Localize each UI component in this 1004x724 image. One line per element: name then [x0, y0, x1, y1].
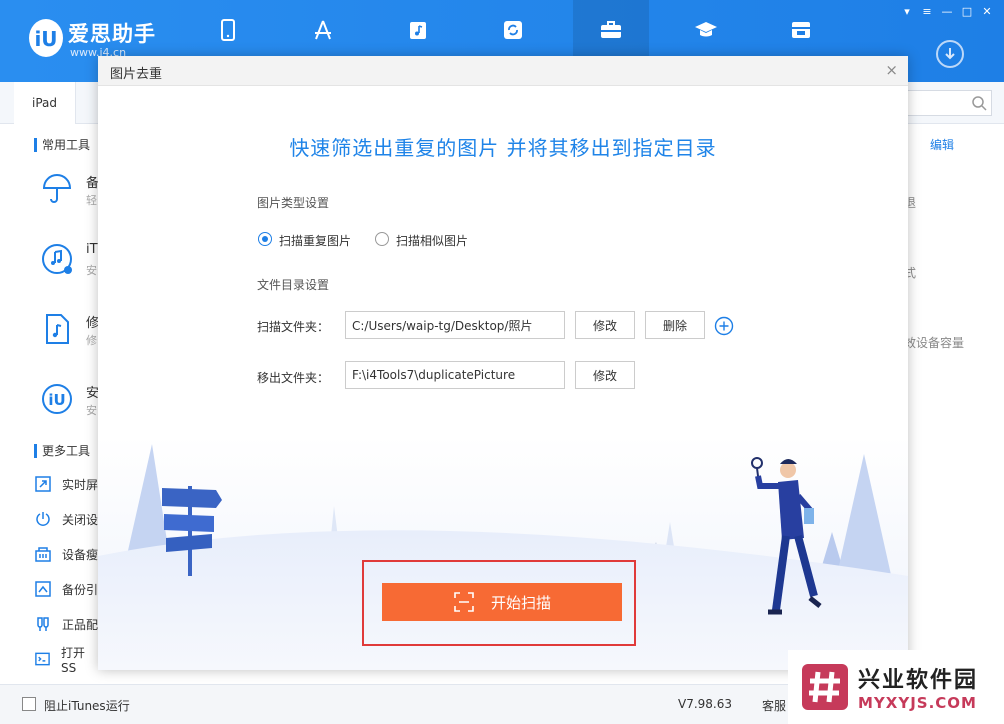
move-folder-label: 移出文件夹：: [257, 371, 330, 385]
power-icon: [36, 512, 50, 526]
download-icon: [945, 48, 955, 60]
dialog-title: 图片去重: [110, 67, 163, 82]
more-tool-label: 关闭设: [62, 512, 99, 527]
i4-install-icon[interactable]: iU: [40, 382, 74, 416]
more-tool-label: 实时屏: [62, 477, 99, 492]
more-tool-label: 设备瘦: [62, 547, 99, 562]
nav-store[interactable]: [763, 0, 839, 60]
umbrella-icon[interactable]: [40, 172, 74, 206]
watermark-title: 兴业软件园: [858, 668, 979, 693]
more-tool-item[interactable]: 备份引: [34, 579, 98, 599]
toolbox-icon: [601, 21, 621, 38]
search-icon: [972, 96, 987, 111]
more-tool-item[interactable]: 打开SS: [34, 646, 98, 675]
big-tool-sub: 安: [86, 404, 97, 417]
more-tool-item[interactable]: 设备瘦: [34, 544, 98, 564]
more-tool-item[interactable]: 正品配: [34, 614, 98, 634]
itunes-icon[interactable]: [40, 242, 74, 276]
big-tool-label: iT: [86, 242, 98, 257]
move-folder-input[interactable]: [345, 361, 565, 389]
i4-logo-icon: iU: [29, 19, 63, 57]
radio-scan-duplicate[interactable]: [258, 232, 272, 246]
phone-icon: [221, 19, 235, 41]
graduation-cap-icon: [695, 22, 717, 37]
watermark: 兴业软件园 MYXYJS.COM: [788, 650, 1004, 724]
screen-mirror-icon: [35, 476, 51, 492]
nav-tutorial[interactable]: [668, 0, 744, 60]
svg-text:iU: iU: [34, 27, 57, 51]
version-label: V7.98.63: [678, 697, 733, 711]
move-modify-button[interactable]: 修改: [575, 361, 635, 389]
radio-scan-duplicate-label[interactable]: 扫描重复图片: [279, 232, 351, 249]
more-tool-item[interactable]: 实时屏: [34, 474, 98, 494]
music-icon: [410, 22, 426, 39]
terminal-icon: [35, 652, 50, 666]
radio-scan-similar-label[interactable]: 扫描相似图片: [396, 232, 468, 249]
start-scan-button[interactable]: 开始扫描: [382, 583, 622, 621]
type-section-label: 图片类型设置: [257, 196, 330, 210]
common-tools-title: 常用工具: [34, 138, 90, 152]
maximize-icon[interactable]: □: [958, 4, 976, 18]
refresh-icon: [504, 21, 522, 39]
brand-name: 爱思助手: [68, 22, 156, 46]
menu-icon[interactable]: ≡: [918, 4, 936, 18]
nav-ringtones[interactable]: [380, 0, 456, 60]
scan-folder-label: 扫描文件夹：: [257, 320, 330, 334]
big-tool-sub: 修: [86, 334, 97, 347]
tab-ipad[interactable]: iPad: [14, 82, 76, 124]
big-tool-sub: 安: [86, 264, 97, 277]
start-scan-label: 开始扫描: [490, 594, 551, 612]
hash-logo-icon: [802, 664, 848, 710]
store-icon: [792, 22, 810, 38]
scan-folder-input[interactable]: [345, 311, 565, 339]
right-panel-text: 效设备容量: [904, 336, 965, 350]
more-tool-label: 正品配: [62, 617, 99, 632]
backup-icon: [35, 581, 51, 597]
more-tool-label: 打开SS: [60, 645, 85, 675]
svg-text:iU: iU: [48, 391, 65, 409]
close-icon[interactable]: ✕: [978, 4, 996, 18]
nav-toolbox[interactable]: [573, 0, 649, 60]
nav-flash[interactable]: [475, 0, 551, 60]
scan-modify-button[interactable]: 修改: [575, 311, 635, 339]
add-folder-icon[interactable]: [714, 316, 734, 336]
device-clean-icon: [35, 547, 51, 562]
big-tool-sub: 轻: [86, 194, 97, 207]
dialog-headline: 快速筛选出重复的图片 并将其移出到指定目录: [289, 136, 717, 160]
edit-link[interactable]: 编辑: [930, 136, 954, 153]
music-file-icon[interactable]: [40, 312, 74, 346]
dialog-header: 图片去重 ×: [98, 56, 908, 86]
skin-icon[interactable]: ▾: [898, 4, 916, 18]
minimize-icon[interactable]: —: [938, 4, 956, 18]
scan-delete-button[interactable]: 删除: [645, 311, 705, 339]
more-tool-label: 备份引: [62, 582, 99, 597]
appstore-icon: [315, 20, 331, 40]
customer-service-link[interactable]: 客服: [762, 697, 786, 714]
radio-scan-similar[interactable]: [375, 232, 389, 246]
dir-section-label: 文件目录设置: [257, 278, 330, 292]
watermark-url: MYXYJS.COM: [858, 694, 977, 712]
more-tools-title: 更多工具: [34, 444, 90, 458]
nav-my-device[interactable]: [190, 0, 266, 60]
scan-frame-icon: [454, 592, 474, 612]
dedupe-dialog: 图片去重 × 快速筛选出重复的图片 并将其移出到指定目录 图片类型设置 扫描重复…: [98, 56, 908, 670]
search-input[interactable]: [906, 90, 992, 116]
download-button[interactable]: [936, 40, 964, 68]
block-itunes-checkbox[interactable]: [22, 697, 36, 711]
block-itunes-label: 阻止iTunes运行: [44, 699, 130, 713]
earphone-icon: [37, 617, 49, 631]
sidebar: 常用工具 备 轻 iT 安 修 修 iU 安 安 更多工具 实时屏 关闭设 设备…: [0, 124, 99, 684]
dialog-close-button[interactable]: ×: [885, 61, 898, 79]
more-tool-item[interactable]: 关闭设: [34, 509, 98, 529]
nav-apps[interactable]: [285, 0, 361, 60]
